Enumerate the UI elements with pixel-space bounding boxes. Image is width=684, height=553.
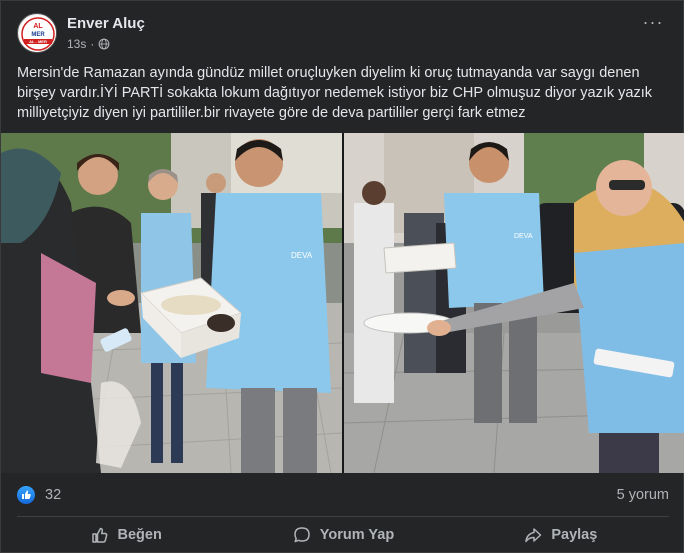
more-icon[interactable]: ··· [639, 13, 667, 35]
post-header: AL MER AL - MER Enver Aluç 13s · ··· [17, 13, 669, 57]
actions-divider [17, 516, 669, 517]
photo-gallery: DEVA DEVA [1, 133, 684, 473]
facebook-post: AL MER AL - MER Enver Aluç 13s · ··· Mer… [0, 0, 684, 553]
like-reaction-thumb [22, 490, 31, 499]
meta-separator: · [90, 37, 95, 51]
avatar[interactable]: AL MER AL - MER [17, 13, 57, 53]
like-count[interactable]: 32 [45, 487, 61, 503]
post-meta: 13s · [67, 37, 110, 51]
avatar-text-3: AL - MER [29, 39, 47, 44]
photo-right-lokum-box[interactable]: DEVA [344, 133, 684, 473]
reactions-bar: 32 5 yorum [17, 484, 669, 506]
comment-icon [294, 527, 310, 543]
vest-label-left: DEVA [291, 251, 313, 260]
globe-icon[interactable] [98, 38, 110, 50]
like-button[interactable]: Beğen [17, 519, 234, 551]
comment-button-label: Yorum Yap [319, 527, 395, 543]
avatar-text-1: AL [33, 23, 43, 30]
like-button-label: Beğen [117, 527, 162, 543]
like-reaction-icon[interactable] [17, 486, 35, 504]
vest-label-right: DEVA [514, 233, 533, 240]
thumb-up-icon [91, 527, 107, 543]
share-icon [525, 528, 542, 543]
share-button-label: Paylaş [551, 527, 598, 543]
share-button[interactable]: Paylaş [452, 519, 669, 551]
avatar-text-2: MER [31, 32, 45, 38]
post-text: Mersin'de Ramazan ayında gündüz millet o… [17, 65, 653, 121]
photo-left-image: DEVA [1, 133, 342, 473]
photo-left-lokum-box[interactable]: DEVA [1, 133, 342, 473]
post-actions: Beğen Yorum Yap Paylaş [17, 519, 669, 551]
avatar-logo: AL MER AL - MER [19, 15, 56, 52]
post-author[interactable]: Enver Aluç [67, 15, 145, 32]
comment-button[interactable]: Yorum Yap [234, 519, 451, 551]
photo-right-image: DEVA [344, 133, 684, 473]
comment-count[interactable]: 5 yorum [617, 487, 669, 503]
post-time[interactable]: 13s [67, 37, 86, 51]
